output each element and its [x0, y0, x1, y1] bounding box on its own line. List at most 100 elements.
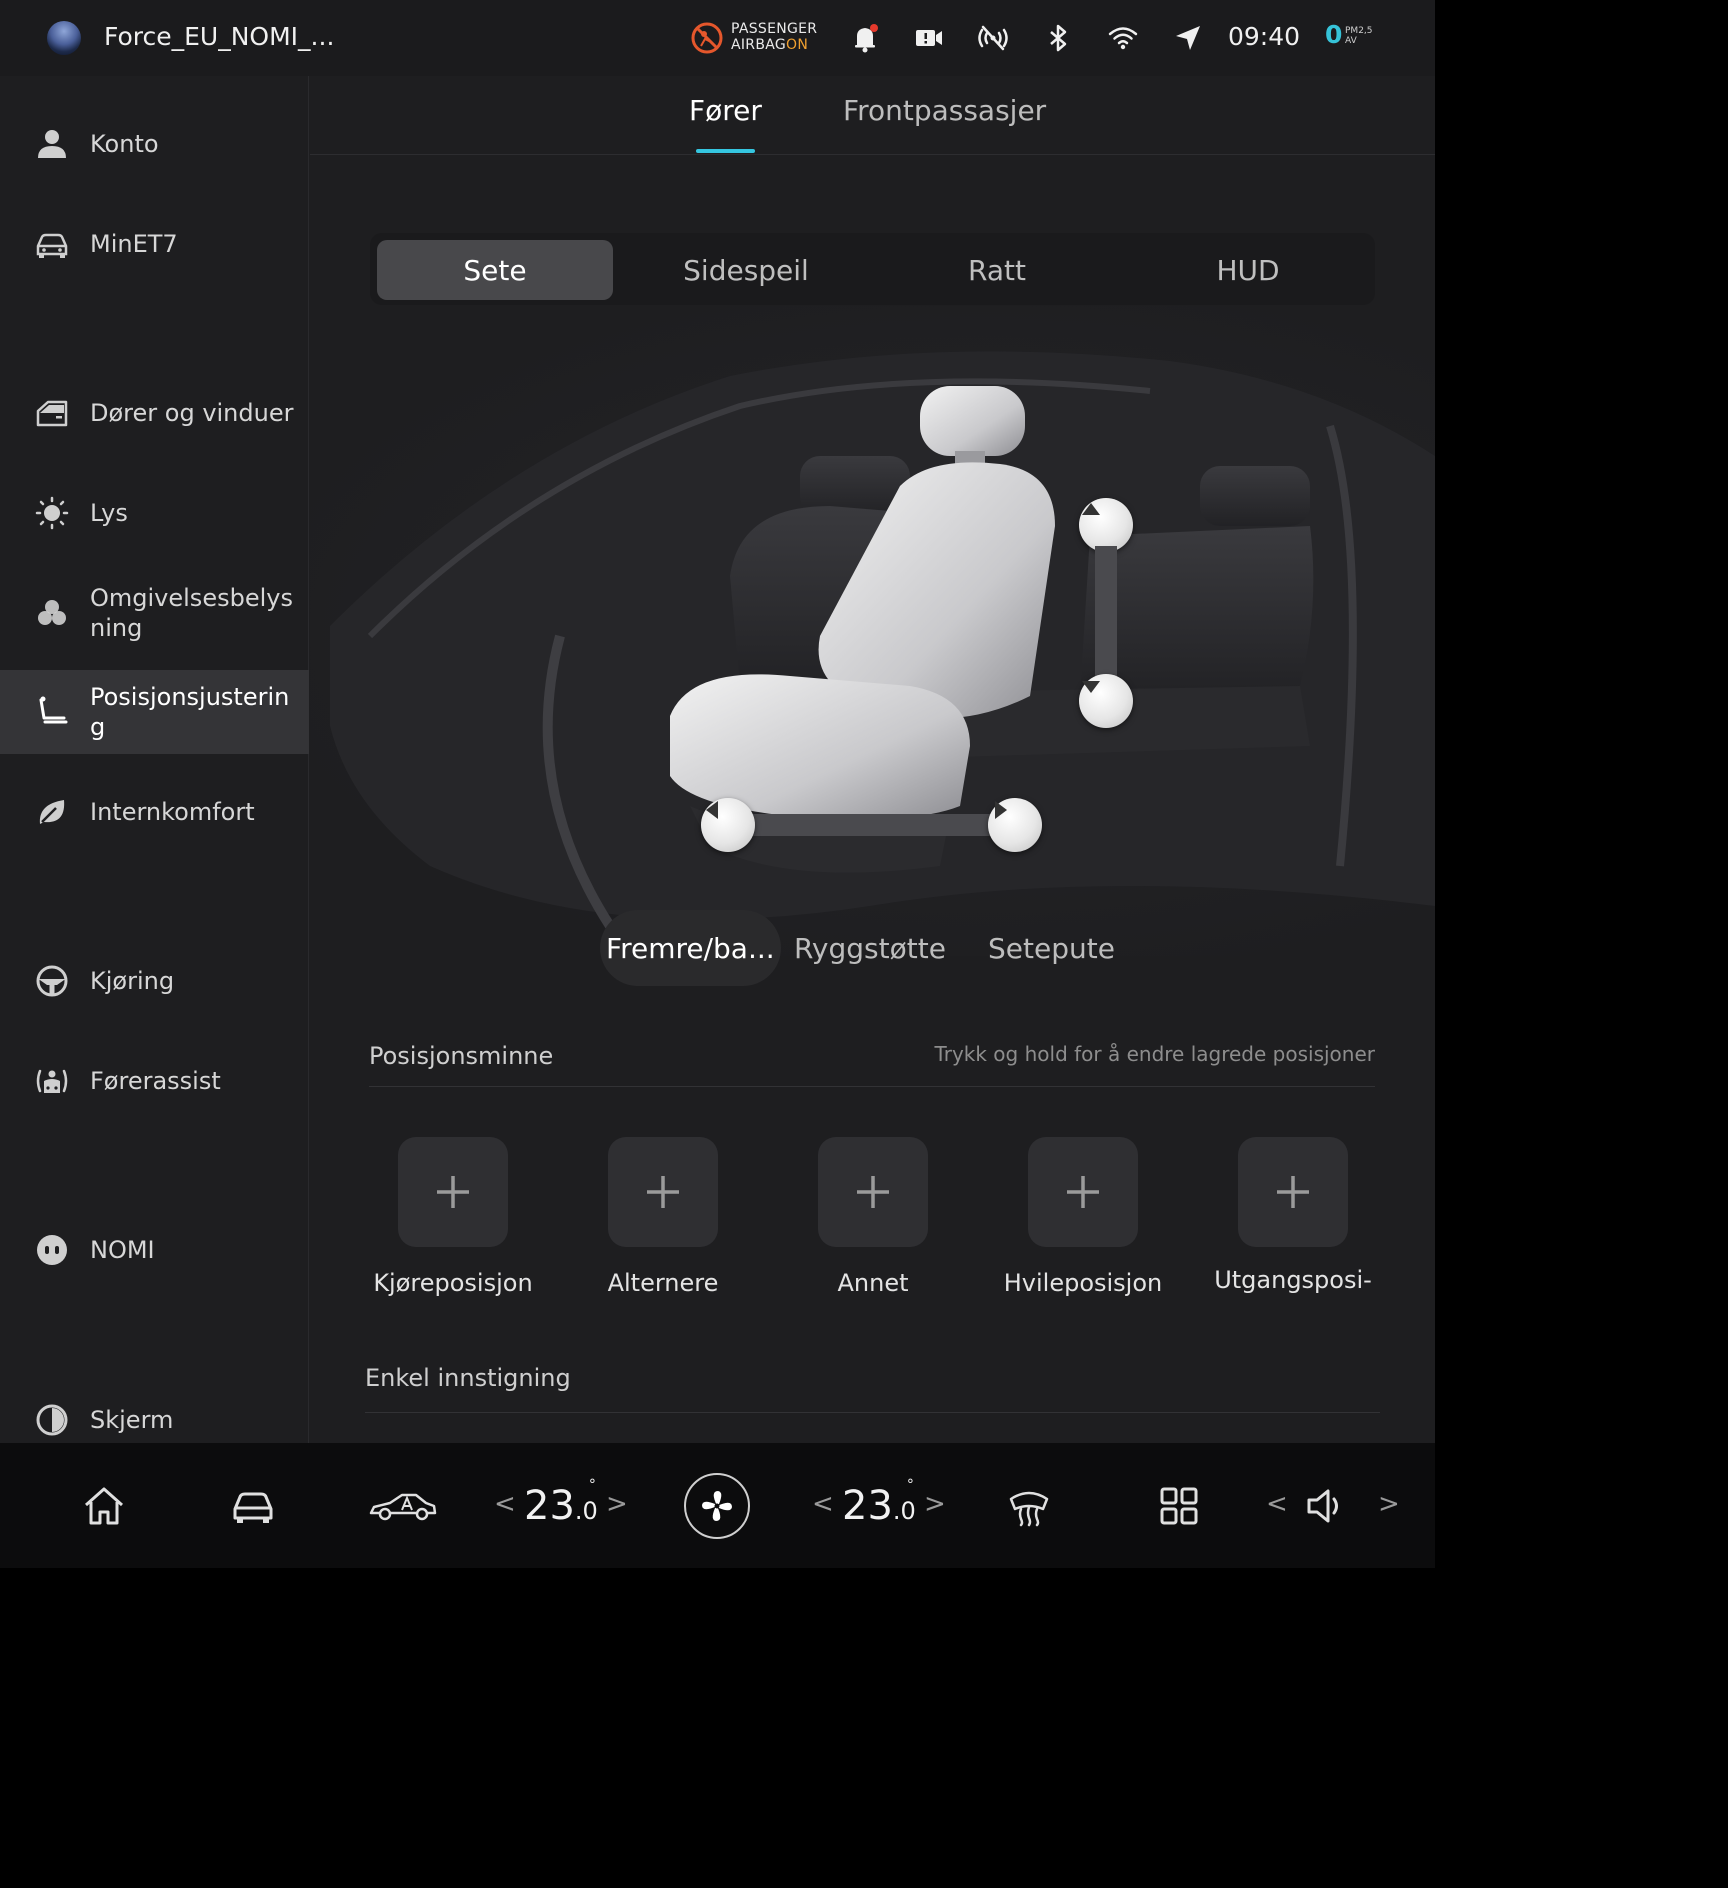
- seat-down-button[interactable]: [1079, 674, 1133, 728]
- display-icon: [34, 1402, 70, 1438]
- dashcam-icon: [911, 20, 947, 56]
- sidebar-item-minet7[interactable]: MinET7: [0, 214, 309, 274]
- memory-slot-label: Utgangsposi-: [1214, 1266, 1372, 1294]
- easy-entry-title: Enkel innstigning: [365, 1364, 571, 1392]
- position-memory-hint: Trykk og hold for å endre lagrede posisj…: [934, 1042, 1375, 1066]
- sidebar-item-label: Posisjonsjustering: [90, 683, 290, 741]
- tab-front-passenger[interactable]: Frontpassasjer: [843, 94, 1046, 127]
- sidebar-item-label: Dører og vinduer: [90, 399, 294, 427]
- right-temp-decimal: .0: [892, 1497, 916, 1525]
- sidebar-item-driving[interactable]: Kjøring: [0, 951, 309, 1011]
- tab-driver[interactable]: Fører: [689, 94, 762, 127]
- leaf-icon: [34, 794, 70, 830]
- ambient-light-icon: [34, 595, 70, 631]
- horizontal-track: [750, 814, 1010, 836]
- home-icon[interactable]: [81, 1483, 127, 1529]
- seat-up-button[interactable]: [1079, 498, 1133, 552]
- arrow-down-icon: [1082, 681, 1100, 693]
- right-temperature[interactable]: 23.0 °: [842, 1477, 916, 1529]
- settings-app: Force_EU_NOMI_... PASSENGER AIRBAGON 09:…: [0, 0, 1435, 1568]
- clock: 09:40: [1228, 22, 1301, 51]
- profile-avatar[interactable]: [47, 21, 81, 55]
- left-temp-value: 23: [524, 1483, 575, 1529]
- seat-icon: [34, 694, 70, 730]
- seat-forward-button[interactable]: [988, 798, 1042, 852]
- seat-owner-tabs: Fører Frontpassasjer: [310, 76, 1435, 155]
- fan-icon: [702, 1491, 732, 1521]
- sidebar-item-label: Førerassist: [90, 1067, 221, 1095]
- segment-hud[interactable]: HUD: [1130, 240, 1366, 300]
- left-temp-increase[interactable]: >: [606, 1489, 628, 1519]
- profile-name[interactable]: Force_EU_NOMI_...: [104, 22, 334, 51]
- account-icon: [34, 126, 70, 162]
- signal-off-icon: [975, 20, 1011, 56]
- active-tab-indicator: [696, 149, 755, 153]
- car-side-icon[interactable]: [368, 1483, 438, 1529]
- arrow-left-icon: [706, 801, 718, 819]
- car-front-icon[interactable]: [230, 1483, 276, 1529]
- light-icon: [34, 495, 70, 531]
- memory-slot-button[interactable]: [1028, 1137, 1138, 1247]
- volume-increase[interactable]: >: [1378, 1489, 1400, 1519]
- fan-button[interactable]: [684, 1473, 750, 1539]
- notification-bell-icon[interactable]: [847, 20, 883, 56]
- position-memory-title: Posisjonsminne: [369, 1042, 554, 1070]
- pm25-value: 0: [1325, 20, 1343, 49]
- sidebar-item-label: Internkomfort: [90, 798, 255, 826]
- sidebar-item-display[interactable]: Skjerm: [0, 1390, 309, 1450]
- volume-decrease[interactable]: <: [1266, 1489, 1288, 1519]
- right-temp-decrease[interactable]: <: [812, 1489, 834, 1519]
- sidebar-item-position-adjust[interactable]: Posisjonsjustering: [0, 670, 309, 754]
- sidebar-item-nomi[interactable]: NOMI: [0, 1220, 309, 1280]
- degree-symbol: °: [588, 1477, 596, 1493]
- plus-icon: [857, 1176, 889, 1208]
- adjust-target-segment: Sete Sidespeil Ratt HUD: [370, 233, 1375, 305]
- segment-seat[interactable]: Sete: [377, 240, 613, 300]
- volume-icon[interactable]: [1302, 1483, 1348, 1529]
- steering-wheel-icon: [34, 963, 70, 999]
- wifi-icon: [1105, 20, 1141, 56]
- sidebar-item-driver-assist[interactable]: Førerassist: [0, 1051, 309, 1111]
- sidebar-item-label: Skjerm: [90, 1406, 174, 1434]
- rear-defrost-icon[interactable]: [1006, 1483, 1052, 1529]
- seat-visualization: [310, 306, 1435, 956]
- sidebar-item-label: MinET7: [90, 230, 178, 258]
- sidebar-item-interior-comfort[interactable]: Internkomfort: [0, 782, 309, 842]
- bottom-dock: < 23.0 ° > < 23.0 ° > < >: [0, 1443, 1435, 1568]
- subtab-backrest[interactable]: Ryggstøtte: [794, 910, 946, 986]
- sidebar-item-ambient-light[interactable]: Omgivelsesbelysning: [0, 573, 309, 653]
- nomi-icon: [34, 1232, 70, 1268]
- divider: [365, 1412, 1380, 1413]
- memory-slot-button[interactable]: [818, 1137, 928, 1247]
- plus-icon: [1277, 1176, 1309, 1208]
- pm25-label: PM2,5 AV: [1345, 26, 1373, 46]
- sidebar-item-label: Konto: [90, 130, 159, 158]
- sidebar-item-label: Omgivelsesbelysning: [90, 584, 293, 642]
- airbag-warning-icon: [689, 20, 725, 56]
- segment-side-mirror[interactable]: Sidespeil: [628, 240, 864, 300]
- sidebar-item-konto[interactable]: Konto: [0, 114, 309, 174]
- memory-slot-button[interactable]: [398, 1137, 508, 1247]
- sidebar-item-label: Lys: [90, 499, 128, 527]
- subtab-seat-cushion[interactable]: Setepute: [988, 910, 1115, 986]
- sidebar-item-lights[interactable]: Lys: [0, 483, 309, 543]
- seat-backward-button[interactable]: [701, 798, 755, 852]
- segment-steering-wheel[interactable]: Ratt: [879, 240, 1115, 300]
- arrow-up-icon: [1082, 503, 1100, 515]
- memory-slot-label: Alternere: [607, 1269, 719, 1297]
- degree-symbol: °: [906, 1477, 914, 1493]
- subtab-fore-aft[interactable]: Fremre/ba...: [600, 910, 781, 986]
- apps-grid-icon[interactable]: [1156, 1483, 1202, 1529]
- sidebar-item-label: Kjøring: [90, 967, 175, 995]
- sidebar-item-doors-windows[interactable]: Dører og vinduer: [0, 383, 309, 443]
- plus-icon: [437, 1176, 469, 1208]
- vertical-track: [1095, 546, 1117, 676]
- driver-assist-icon: [34, 1063, 70, 1099]
- left-temperature[interactable]: 23.0 °: [524, 1477, 598, 1529]
- memory-slot-label: Annet: [837, 1269, 909, 1297]
- memory-slot-button[interactable]: [608, 1137, 718, 1247]
- left-temp-decrease[interactable]: <: [494, 1489, 516, 1519]
- bluetooth-icon: [1040, 20, 1076, 56]
- right-temp-increase[interactable]: >: [924, 1489, 946, 1519]
- memory-slot-button[interactable]: [1238, 1137, 1348, 1247]
